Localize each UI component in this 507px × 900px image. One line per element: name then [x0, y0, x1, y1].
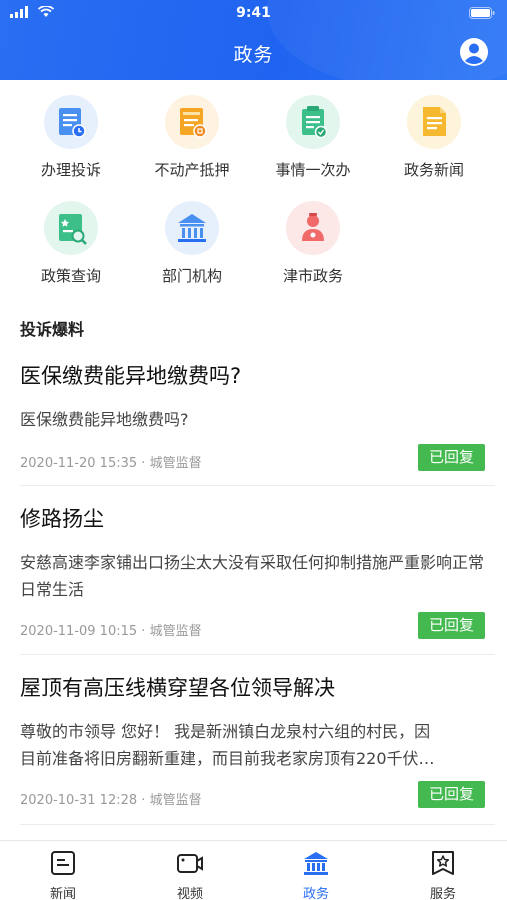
complaint-meta: 2020-11-20 15:35 · 城管监督: [20, 452, 202, 471]
battery-icon: [469, 7, 495, 23]
complaint-card[interactable]: 修路扬尘 安慈高速李家铺出口扬尘太大没有采取任何抑制措施严重影响正常日常生活 2…: [20, 503, 495, 643]
divider: [20, 485, 495, 486]
news-icon: [407, 95, 461, 149]
complaint-icon: [44, 95, 98, 149]
user-profile-icon[interactable]: [459, 37, 489, 67]
clipboard-icon: [286, 95, 340, 149]
status-badge: 已回复: [418, 612, 485, 639]
complaint-body: 安慈高速李家铺出口扬尘太大没有采取任何抑制措施严重影响正常日常生活: [20, 553, 485, 599]
official-icon: [286, 201, 340, 255]
grid-item-jinshi-gov[interactable]: 津市政务: [253, 201, 373, 286]
grid-label: 办理投诉: [40, 161, 101, 179]
grid-item-departments[interactable]: 部门机构: [132, 201, 252, 286]
grid-label: 政策查询: [40, 267, 101, 285]
grid-label: 政务新闻: [403, 161, 464, 179]
meta-separator: ·: [137, 793, 150, 808]
complaint-body-line: 尊敬的市领导 您好！ 我是新洲镇白龙泉村六组的村民，因: [20, 722, 431, 741]
divider: [20, 654, 495, 655]
complaint-category: 城管监督: [149, 456, 202, 471]
video-tab-icon: [177, 854, 203, 873]
app-header: 9:41 政务: [0, 0, 507, 80]
complaint-card[interactable]: 屋顶有高压线横穿望各位领导解决 尊敬的市领导 您好！ 我是新洲镇白龙泉村六组的村…: [20, 672, 495, 812]
complaint-date: 2020-11-20 15:35: [20, 456, 138, 471]
grid-item-policy[interactable]: 政策查询: [11, 201, 131, 286]
tab-label: 服务: [429, 887, 456, 900]
tab-label: 政务: [302, 887, 329, 900]
tab-video[interactable]: 视频: [127, 841, 253, 900]
grid-label: 津市政务: [282, 267, 343, 285]
meta-separator: ·: [137, 624, 150, 639]
status-badge: 已回复: [418, 781, 485, 808]
complaint-body: 尊敬的市领导 您好！ 我是新洲镇白龙泉村六组的村民，因 目前准备将旧房翻新重建，…: [20, 718, 495, 772]
tab-government[interactable]: 政务: [253, 841, 379, 900]
complaint-date: 2020-10-31 12:28: [20, 793, 138, 808]
page-title: 政务: [233, 44, 274, 66]
divider: [20, 824, 495, 825]
grid-item-complaint[interactable]: 办理投诉: [11, 95, 131, 180]
news-tab-icon: [51, 851, 75, 875]
tab-service[interactable]: 服务: [380, 841, 506, 900]
service-tab-icon: [432, 851, 454, 875]
government-building-icon: [165, 201, 219, 255]
tab-label: 新闻: [49, 887, 76, 900]
grid-item-gov-news[interactable]: 政务新闻: [374, 95, 494, 180]
property-icon: [165, 95, 219, 149]
section-title: 投诉爆料: [20, 320, 85, 339]
bottom-tab-bar: 新闻 视频 政务 服务: [0, 840, 507, 900]
status-badge: 已回复: [418, 444, 485, 471]
complaint-date: 2020-11-09 10:15: [20, 624, 138, 639]
government-tab-icon: [304, 852, 328, 875]
complaint-category: 城管监督: [149, 793, 202, 808]
grid-item-one-stop[interactable]: 事情一次办: [253, 95, 373, 180]
grid-item-property[interactable]: 不动产抵押: [132, 95, 252, 180]
complaint-meta: 2020-10-31 12:28 · 城管监督: [20, 789, 202, 808]
complaint-body: 医保缴费能异地缴费吗?: [20, 410, 189, 429]
meta-separator: ·: [137, 456, 150, 471]
complaint-card[interactable]: 医保缴费能异地缴费吗? 医保缴费能异地缴费吗? 2020-11-20 15:35…: [20, 360, 495, 480]
complaint-category: 城管监督: [149, 624, 202, 639]
status-time: 9:41: [236, 5, 271, 21]
complaint-title: 屋顶有高压线横穿望各位领导解决: [20, 676, 335, 700]
grid-label: 不动产抵押: [154, 161, 230, 179]
grid-label: 部门机构: [161, 267, 222, 285]
complaint-title: 修路扬尘: [20, 507, 104, 531]
complaint-body-line: 目前准备将旧房翻新重建，而目前我老家房顶有220千伏…: [20, 749, 435, 768]
tab-news[interactable]: 新闻: [0, 841, 126, 900]
complaint-title: 医保缴费能异地缴费吗?: [20, 364, 242, 388]
status-bar: 9:41: [0, 0, 507, 28]
tab-label: 视频: [176, 887, 203, 900]
complaint-meta: 2020-11-09 10:15 · 城管监督: [20, 620, 202, 639]
grid-label: 事情一次办: [275, 161, 351, 179]
policy-search-icon: [44, 201, 98, 255]
